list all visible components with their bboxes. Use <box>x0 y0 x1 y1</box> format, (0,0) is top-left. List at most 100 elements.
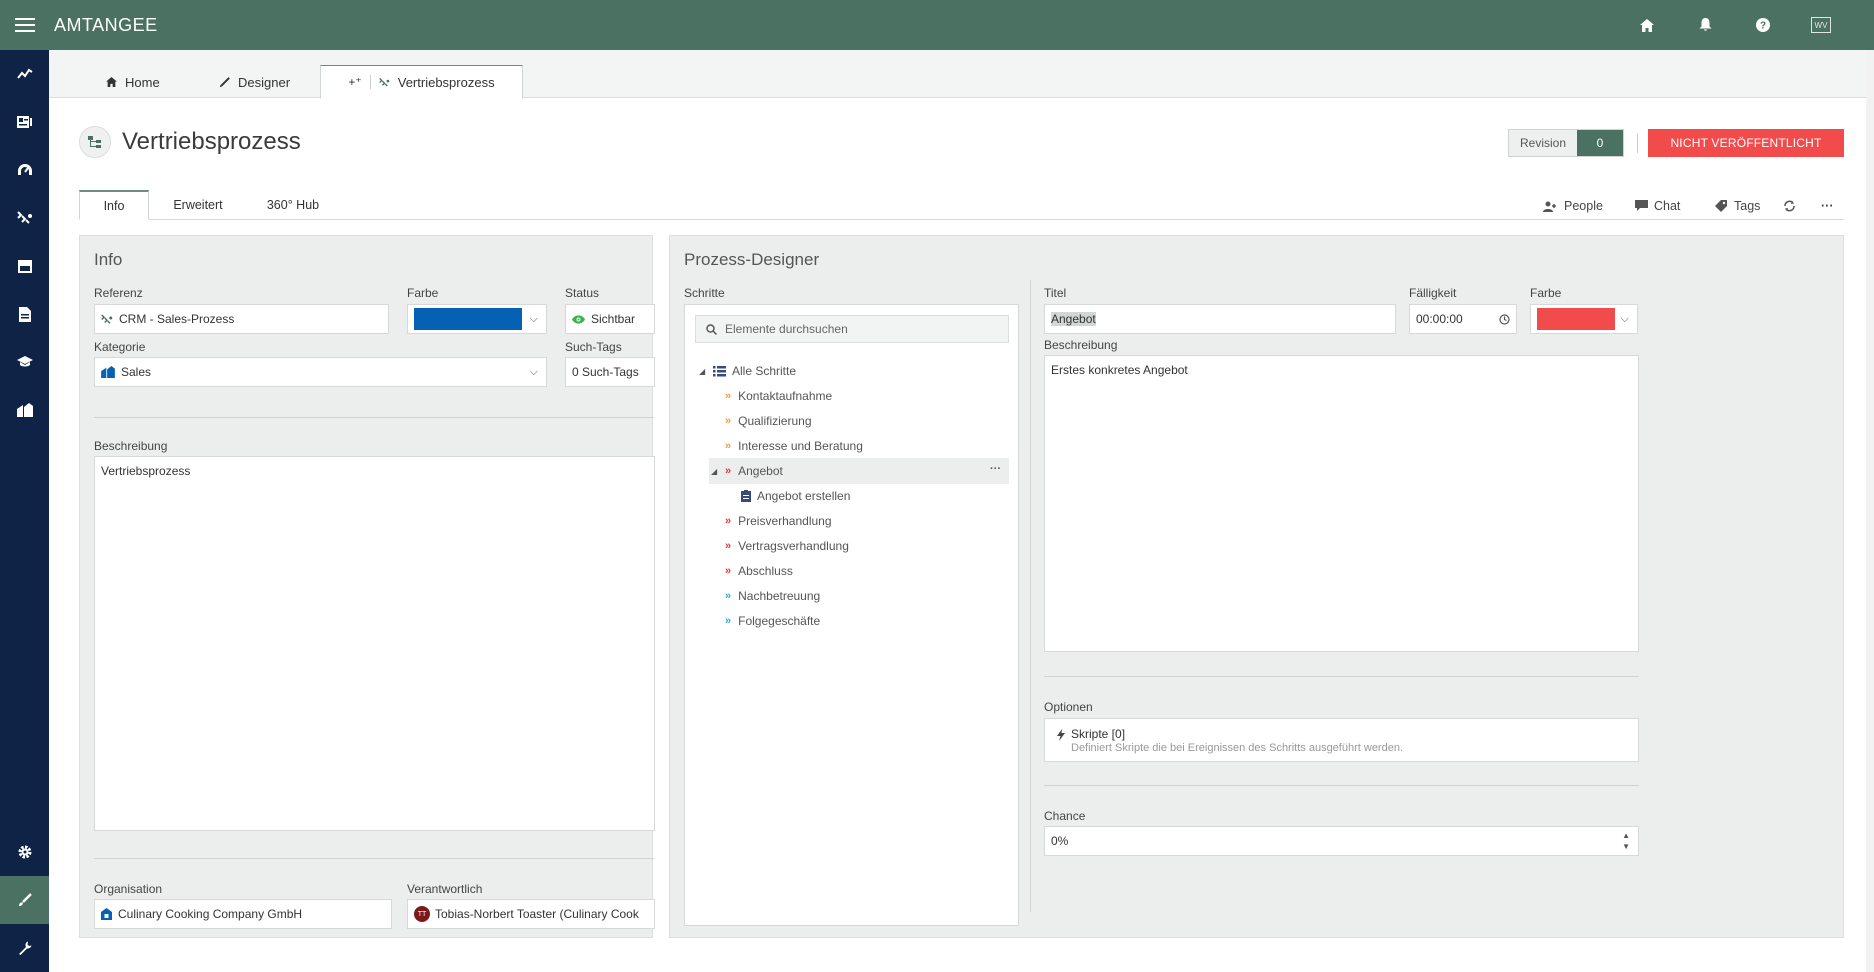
people-button[interactable]: People <box>1543 196 1603 216</box>
steps-search[interactable]: Elemente durchsuchen <box>695 315 1009 343</box>
tree-root[interactable]: ◢ Alle Schritte <box>699 358 796 384</box>
skripte-option[interactable]: Skripte [0] Definiert Skripte die bei Er… <box>1044 718 1639 762</box>
chart-icon[interactable] <box>0 50 49 98</box>
such-tags-field[interactable]: 0 Such-Tags <box>565 357 655 387</box>
subtab-info[interactable]: Info <box>79 190 149 220</box>
process-icon[interactable] <box>0 194 49 242</box>
tab-vertriebsprozess[interactable]: +⁺ Vertriebsprozess <box>320 65 523 99</box>
tags-button[interactable]: Tags <box>1715 196 1760 216</box>
dashboard-icon[interactable] <box>0 146 49 194</box>
clock-icon[interactable] <box>1499 314 1510 325</box>
menu-icon[interactable] <box>0 0 50 50</box>
subtab-360-hub[interactable]: 360° Hub <box>251 190 335 220</box>
refresh-icon[interactable] <box>1783 196 1796 216</box>
more-icon[interactable]: ··· <box>1821 196 1834 216</box>
color-swatch <box>414 308 522 330</box>
kategorie-select[interactable]: Sales ⌵ <box>94 357 547 387</box>
search-placeholder: Elemente durchsuchen <box>725 322 848 336</box>
farbe-label: Farbe <box>407 286 439 300</box>
publish-status-button[interactable]: NICHT VERÖFFENTLICHT <box>1648 129 1844 157</box>
tab-designer[interactable]: Designer <box>201 65 308 99</box>
svg-text:?: ? <box>1760 21 1766 32</box>
chevron-down-icon: ⌵ <box>529 313 538 325</box>
buildings-icon <box>101 366 115 378</box>
chat-button[interactable]: Chat <box>1635 196 1680 216</box>
tree-step[interactable]: » Abschluss <box>725 558 793 584</box>
skripte-title: Skripte [0] <box>1071 727 1126 741</box>
home-icon <box>106 77 117 87</box>
collapse-icon[interactable]: ◢ <box>699 367 713 376</box>
tree-step[interactable]: » Interesse und Beratung <box>725 433 863 459</box>
such-tags-label: Such-Tags <box>565 340 622 354</box>
tree-substep[interactable]: Angebot erstellen <box>741 483 850 509</box>
verantwortlich-field[interactable]: TT Tobias-Norbert Toaster (Culinary Cook <box>407 899 655 929</box>
chat-label: Chat <box>1654 199 1681 213</box>
info-panel-title: Info <box>94 250 123 269</box>
tree-step[interactable]: » Kontaktaufnahme <box>725 383 832 409</box>
document-icon[interactable] <box>0 290 49 338</box>
home-icon[interactable] <box>1618 0 1676 50</box>
revision-indicator[interactable]: Revision 0 <box>1508 129 1624 157</box>
tab-home-label: Home <box>125 74 160 90</box>
store-icon[interactable] <box>0 242 49 290</box>
step-farbe-select[interactable]: ⌵ <box>1530 304 1638 334</box>
step-label: Interesse und Beratung <box>738 439 863 453</box>
splitter[interactable] <box>1030 280 1031 912</box>
tab-divider <box>369 75 371 89</box>
tree-step[interactable]: » Vertragsverhandlung <box>725 533 849 559</box>
faelligkeit-input[interactable]: 00:00:00 <box>1409 304 1517 334</box>
revision-label: Revision <box>1509 130 1577 156</box>
help-icon[interactable]: ? <box>1734 0 1792 50</box>
farbe-select[interactable]: ⌵ <box>407 304 547 334</box>
stepper-icon[interactable]: ▲ ▼ <box>1622 830 1630 852</box>
pin-icon[interactable]: +⁺ <box>348 75 361 89</box>
tab-home[interactable]: Home <box>88 65 178 99</box>
organisation-value: Culinary Cooking Company GmbH <box>118 907 303 921</box>
beschreibung-textarea[interactable]: Vertriebsprozess <box>94 456 655 831</box>
tree-step[interactable]: » Folgegeschäfte <box>725 608 820 634</box>
document-tabs: Home Designer +⁺ Vertriebsprozess <box>49 50 1866 99</box>
chance-input[interactable]: 0% ▲ ▼ <box>1044 826 1639 856</box>
step-label: Qualifizierung <box>738 414 812 428</box>
titel-label: Titel <box>1044 286 1067 300</box>
organisation-field[interactable]: Culinary Cooking Company GmbH <box>94 899 392 929</box>
top-bar: AMTANGEE ? WV <box>0 0 1874 50</box>
chevron-down-icon: ⌵ <box>1620 313 1629 325</box>
user-avatar[interactable]: WV <box>1792 0 1850 50</box>
step-beschreibung-textarea[interactable]: Erstes konkretes Angebot <box>1044 355 1639 652</box>
subtab-erweitert[interactable]: Erweitert <box>163 190 233 220</box>
skripte-description: Definiert Skripte die bei Ereignissen de… <box>1071 742 1404 754</box>
scrollbar-track[interactable] <box>1866 50 1874 972</box>
tree-step[interactable]: » Nachbetreuung <box>725 583 820 609</box>
step-beschreibung-label: Beschreibung <box>1044 338 1118 352</box>
status-field[interactable]: Sichtbar <box>565 304 655 334</box>
step-chevron-icon: » <box>725 465 731 477</box>
color-swatch <box>1537 308 1615 330</box>
collapse-icon[interactable]: ◢ <box>711 467 725 476</box>
contacts-icon[interactable] <box>0 98 49 146</box>
step-chevron-icon: » <box>725 515 731 527</box>
titel-input[interactable]: Angebot <box>1044 304 1396 334</box>
chance-value: 0% <box>1051 834 1069 848</box>
tree-step[interactable]: » Preisverhandlung <box>725 508 832 534</box>
tree-step[interactable]: » Qualifizierung <box>725 408 812 434</box>
faelligkeit-label: Fälligkeit <box>1409 286 1457 300</box>
referenz-field[interactable]: CRM - Sales-Prozess <box>94 304 389 334</box>
wrench-icon[interactable] <box>0 924 49 972</box>
tree-step-selected[interactable]: ◢ » Angebot ··· <box>709 458 1009 484</box>
revision-value: 0 <box>1577 130 1623 156</box>
avatar: TT <box>414 906 430 922</box>
step-chevron-icon: » <box>725 390 731 402</box>
buildings-icon[interactable] <box>0 386 49 434</box>
clipboard-icon <box>741 490 751 502</box>
steps-tree: Elemente durchsuchen ◢ Alle Schritte » K… <box>684 304 1019 926</box>
top-icons: ? WV <box>1618 0 1850 50</box>
organisation-label: Organisation <box>94 882 163 896</box>
education-icon[interactable] <box>0 338 49 386</box>
avatar-initials: WV <box>1811 17 1831 33</box>
step-more-icon[interactable]: ··· <box>990 463 1001 475</box>
faelligkeit-value: 00:00:00 <box>1416 312 1463 326</box>
bell-icon[interactable] <box>1676 0 1734 50</box>
brush-icon[interactable] <box>0 876 49 924</box>
settings-icon[interactable] <box>0 828 49 876</box>
